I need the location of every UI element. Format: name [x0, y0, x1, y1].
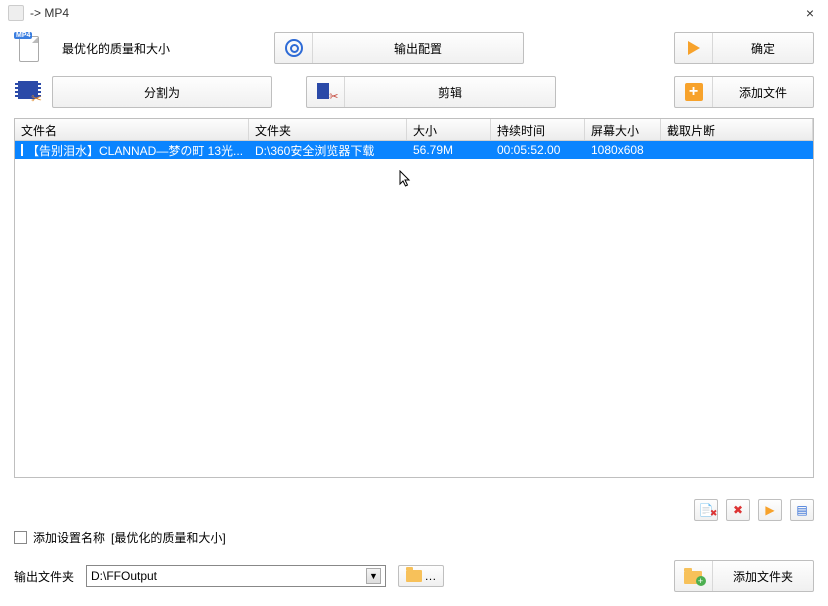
chevron-down-icon: ▼	[366, 568, 381, 584]
info-button[interactable]: ▤	[790, 499, 814, 521]
output-folder-value: D:\FFOutput	[91, 569, 366, 583]
page-delete-button[interactable]: 📄✖	[694, 499, 718, 521]
th-filename[interactable]: 文件名	[15, 119, 249, 140]
folder-plus-icon: +	[675, 561, 713, 591]
tool-icons: 📄✖ ✖ ▶ ▤	[14, 499, 814, 521]
table-header: 文件名 文件夹 大小 持续时间 屏幕大小 截取片断	[15, 119, 813, 141]
close-button[interactable]: ×	[800, 3, 820, 23]
app-icon	[8, 5, 24, 21]
add-file-button[interactable]: + 添加文件	[674, 76, 814, 108]
split-icon: ✂	[14, 77, 44, 107]
cell-folder: D:\360安全浏览器下载	[249, 141, 407, 160]
cell-clip	[661, 149, 813, 151]
cell-duration: 00:05:52.00	[491, 142, 585, 158]
quality-label: 最优化的质量和大小	[62, 40, 170, 57]
output-folder-row: 输出文件夹 D:\FFOutput ▼ … + 添加文件夹	[14, 560, 814, 592]
play-button[interactable]: ▶	[758, 499, 782, 521]
th-size[interactable]: 大小	[407, 119, 491, 140]
window-title: -> MP4	[30, 6, 800, 20]
cell-size: 56.79M	[407, 142, 491, 158]
toolbar-row-2: ✂ 分割为 ✂ 剪辑 + 添加文件	[0, 70, 828, 118]
folder-icon	[406, 570, 422, 582]
th-screensize[interactable]: 屏幕大小	[585, 119, 661, 140]
clear-button[interactable]: ✖	[726, 499, 750, 521]
output-folder-combo[interactable]: D:\FFOutput ▼	[86, 565, 386, 587]
table-row[interactable]: 【告别泪水】CLANNAD—梦の町 13光... D:\360安全浏览器下载 5…	[15, 141, 813, 159]
ok-button[interactable]: 确定	[674, 32, 814, 64]
add-folder-button[interactable]: + 添加文件夹	[674, 560, 814, 592]
preset-text: [最优化的质量和大小]	[111, 529, 226, 546]
th-duration[interactable]: 持续时间	[491, 119, 585, 140]
preset-checkbox-row: 添加设置名称 [最优化的质量和大小]	[14, 529, 814, 546]
file-table: 文件名 文件夹 大小 持续时间 屏幕大小 截取片断 【告别泪水】CLANNAD—…	[14, 118, 814, 478]
output-folder-label: 输出文件夹	[14, 568, 74, 585]
toolbar-row-1: MP4 最优化的质量和大小 输出配置 确定	[0, 26, 828, 70]
output-config-button[interactable]: 输出配置	[274, 32, 524, 64]
titlebar: -> MP4 ×	[0, 0, 828, 26]
browse-button[interactable]: …	[398, 565, 444, 587]
bottom-panel: 📄✖ ✖ ▶ ▤ 添加设置名称 [最优化的质量和大小] 输出文件夹 D:\FFO…	[0, 491, 828, 606]
mp4-file-icon: MP4	[14, 33, 44, 63]
arrow-right-icon	[675, 33, 713, 63]
cut-icon: ✂	[307, 77, 345, 107]
th-folder[interactable]: 文件夹	[249, 119, 407, 140]
video-file-icon	[21, 144, 23, 156]
cell-filename: 【告别泪水】CLANNAD—梦の町 13光...	[27, 142, 243, 159]
cell-screensize: 1080x608	[585, 142, 661, 158]
preset-checkbox[interactable]	[14, 531, 27, 544]
th-clip[interactable]: 截取片断	[661, 119, 813, 140]
cut-button[interactable]: ✂ 剪辑	[306, 76, 556, 108]
plus-icon: +	[675, 77, 713, 107]
swirl-icon	[275, 33, 313, 63]
preset-checkbox-label: 添加设置名称	[33, 529, 105, 546]
split-button[interactable]: 分割为	[52, 76, 272, 108]
quality-group: MP4 最优化的质量和大小	[14, 33, 274, 63]
